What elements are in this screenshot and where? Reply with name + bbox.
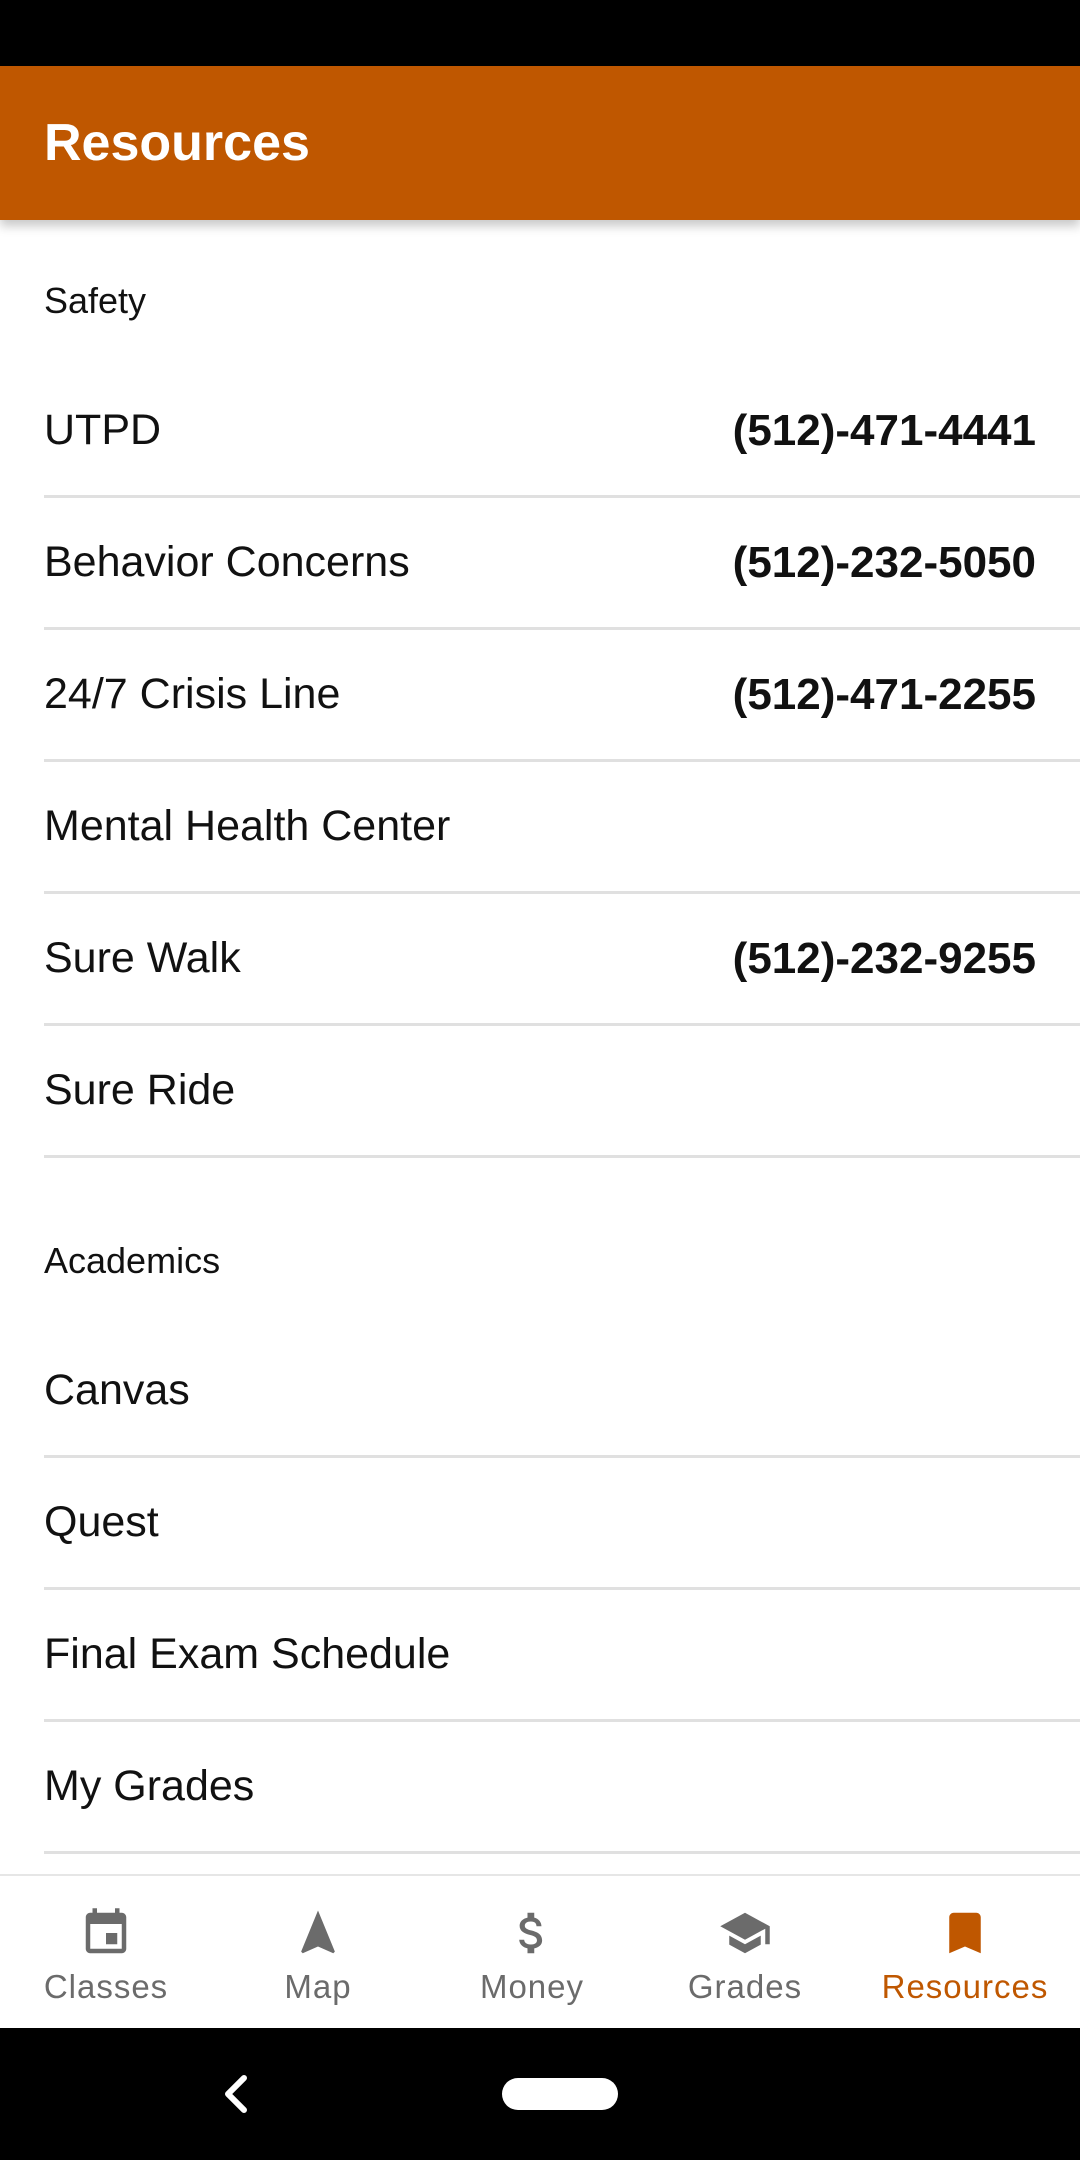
list-item-label: Sure Ride <box>44 1066 236 1114</box>
list-item-label: 24/7 Crisis Line <box>44 670 341 718</box>
navigation-arrow-icon <box>301 1910 335 1954</box>
phone-number-link[interactable]: (512)-471-4441 <box>733 366 1036 495</box>
page-title: Resources <box>44 114 310 172</box>
app-bar: Resources <box>0 66 1080 220</box>
section-header-safety: Safety <box>44 280 147 321</box>
nav-label: Classes <box>43 1968 169 2005</box>
list-item-final-exam-schedule[interactable]: Final Exam Schedule <box>44 1590 1080 1722</box>
nav-item-grades[interactable]: Grades <box>640 1876 850 2028</box>
phone-number-link[interactable]: (512)-232-9255 <box>733 894 1036 1023</box>
list-item-sure-ride[interactable]: Sure Ride <box>44 1026 1080 1158</box>
nav-label: Map <box>284 1968 352 2005</box>
graduation-cap-icon <box>720 1912 770 1954</box>
list-item-label: UTPD <box>44 406 162 454</box>
nav-label: Grades <box>687 1968 803 2005</box>
bookmark-icon <box>949 1912 981 1954</box>
list-item-label: Final Exam Schedule <box>44 1630 451 1678</box>
list-item-behavior-concerns[interactable]: Behavior Concerns (512)-232-5050 <box>44 498 1080 630</box>
list-item-label: Quest <box>44 1498 159 1546</box>
nav-item-map[interactable]: Map <box>212 1876 424 2028</box>
home-pill-button[interactable] <box>502 2078 618 2110</box>
list-item-quest[interactable]: Quest <box>44 1458 1080 1590</box>
dollar-icon <box>519 1912 543 1954</box>
bottom-navigation: Classes Map Money Grades Resources <box>0 1874 1080 2028</box>
system-navigation-bar <box>0 2028 1080 2160</box>
list-item-utpd[interactable]: UTPD (512)-471-4441 <box>44 366 1080 498</box>
list-item-label: Sure Walk <box>44 934 241 982</box>
back-chevron-icon[interactable] <box>216 2072 256 2116</box>
list-item-crisis-line[interactable]: 24/7 Crisis Line (512)-471-2255 <box>44 630 1080 762</box>
list-item-canvas[interactable]: Canvas <box>44 1326 1080 1458</box>
list-item-label: Canvas <box>44 1366 190 1414</box>
nav-label: Resources <box>881 1968 1049 2005</box>
calendar-icon <box>85 1908 127 1954</box>
section-header-academics: Academics <box>44 1240 221 1281</box>
status-bar <box>0 0 1080 66</box>
list-item-label: My Grades <box>44 1762 255 1810</box>
list-item-label: Mental Health Center <box>44 802 451 850</box>
phone-number-link[interactable]: (512)-232-5050 <box>733 498 1036 627</box>
nav-item-classes[interactable]: Classes <box>0 1876 212 2028</box>
phone-number-link[interactable]: (512)-471-2255 <box>733 630 1036 759</box>
nav-item-money[interactable]: Money <box>424 1876 640 2028</box>
resources-list[interactable]: Safety UTPD (512)-471-4441 Behavior Conc… <box>0 220 1080 1874</box>
list-item-sure-walk[interactable]: Sure Walk (512)-232-9255 <box>44 894 1080 1026</box>
nav-label: Money <box>479 1968 585 2005</box>
nav-item-resources[interactable]: Resources <box>850 1876 1080 2028</box>
list-item-my-grades[interactable]: My Grades <box>44 1722 1080 1854</box>
list-item-mental-health-center[interactable]: Mental Health Center <box>44 762 1080 894</box>
list-item-label: Behavior Concerns <box>44 538 410 586</box>
